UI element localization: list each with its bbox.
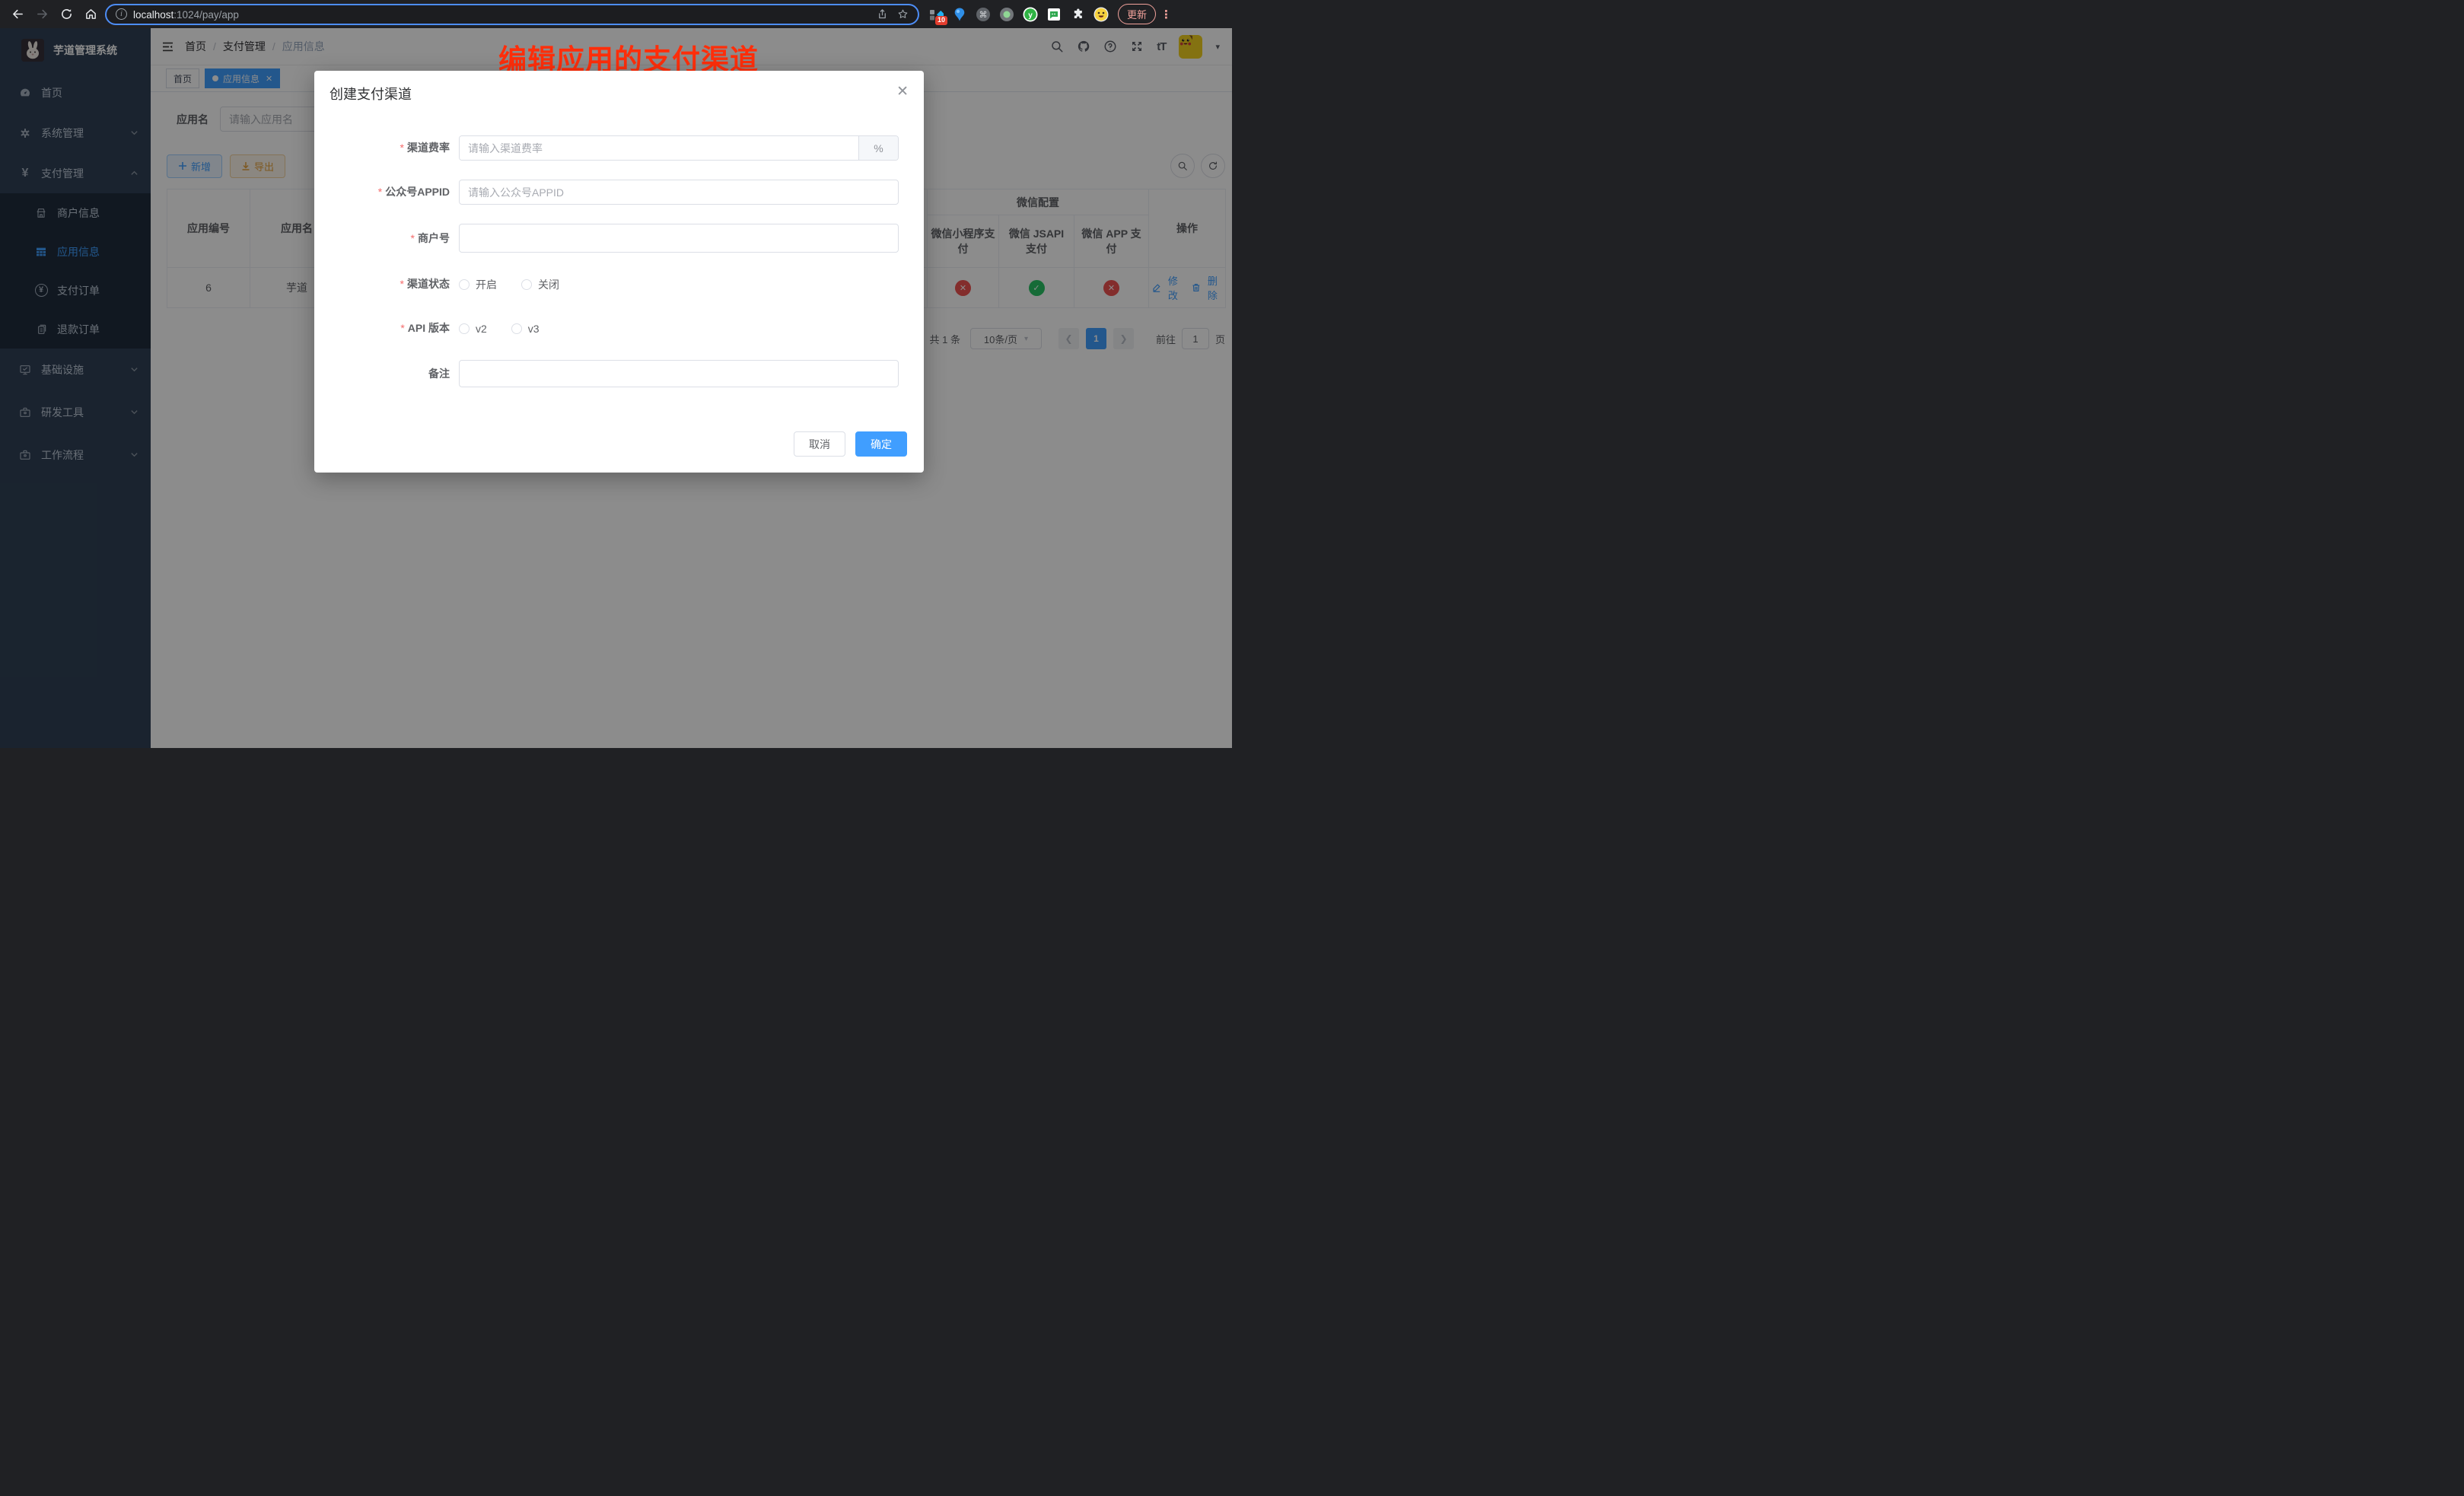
reload-icon[interactable]	[56, 5, 76, 24]
extension-badge: 10	[935, 16, 947, 25]
required-asterisk: *	[411, 232, 415, 244]
cancel-button[interactable]: 取消	[794, 431, 845, 457]
extension-grid-icon[interactable]: 10	[928, 7, 944, 22]
create-payment-channel-dialog: 创建支付渠道 ✕ *渠道费率 % *公众号APPID *商户号	[314, 71, 924, 473]
merchant-no-label: 商户号	[418, 232, 450, 244]
page-info-icon[interactable]: i	[116, 8, 127, 20]
browser-toolbar: i localhost:1024/pay/app 10 ⌘ y 更新 ⋮	[0, 0, 1232, 28]
dialog-title: 创建支付渠道	[329, 85, 909, 104]
extension-command-icon[interactable]: ⌘	[976, 7, 991, 22]
field-channel-rate: *渠道费率 %	[314, 135, 907, 161]
extension-chat-icon[interactable]	[1046, 7, 1062, 22]
radio-api-v2[interactable]: v2	[459, 323, 487, 335]
radio-circle-icon	[459, 279, 470, 290]
required-asterisk: *	[400, 142, 404, 154]
api-version-label: API 版本	[408, 322, 450, 334]
radio-circle-icon	[511, 323, 522, 334]
channel-rate-label: 渠道费率	[407, 142, 450, 154]
radio-api-v3[interactable]: v3	[511, 323, 540, 335]
address-bar[interactable]: i localhost:1024/pay/app	[105, 4, 919, 25]
dialog-footer: 取消 确定	[794, 431, 907, 457]
screen: i localhost:1024/pay/app 10 ⌘ y 更新 ⋮	[0, 0, 1232, 748]
channel-status-label: 渠道状态	[407, 278, 450, 290]
extension-dot-icon[interactable]	[999, 7, 1014, 22]
dialog-header: 创建支付渠道 ✕	[314, 71, 924, 104]
bookmark-star-icon[interactable]	[897, 8, 909, 20]
field-api-version: * API 版本 v2 v3	[314, 316, 907, 341]
extensions-puzzle-icon[interactable]	[1070, 7, 1085, 22]
channel-rate-input[interactable]	[460, 136, 858, 160]
svg-text:⌘: ⌘	[979, 10, 988, 20]
appid-label: 公众号APPID	[385, 186, 450, 198]
url-path: :1024/pay/app	[173, 9, 239, 21]
radio-circle-icon	[521, 279, 532, 290]
percent-suffix: %	[858, 136, 898, 160]
appid-input[interactable]	[459, 180, 899, 205]
dialog-body: *渠道费率 % *公众号APPID *商户号 *渠道状态	[314, 104, 924, 387]
extensions-strip: 10 ⌘ y	[924, 7, 1113, 22]
remark-label: 备注	[428, 368, 450, 380]
forward-icon[interactable]	[32, 5, 52, 24]
url-host: localhost	[133, 9, 173, 21]
radio-status-enable[interactable]: 开启	[459, 277, 497, 292]
extension-balloon-icon[interactable]	[952, 7, 967, 22]
browser-menu-icon[interactable]: ⋮	[1160, 8, 1168, 21]
field-remark: 备注	[314, 360, 907, 387]
url-text: localhost:1024/pay/app	[133, 8, 239, 21]
required-asterisk: *	[378, 186, 382, 198]
radio-status-disable[interactable]: 关闭	[521, 277, 559, 292]
svg-text:y: y	[1028, 11, 1033, 20]
field-appid: *公众号APPID	[314, 180, 907, 205]
confirm-button[interactable]: 确定	[855, 431, 907, 457]
field-merchant-no: *商户号	[314, 224, 907, 253]
back-icon[interactable]	[8, 5, 27, 24]
share-icon[interactable]	[877, 8, 888, 20]
profile-emoji-avatar[interactable]	[1094, 7, 1109, 22]
merchant-no-input[interactable]	[459, 224, 899, 253]
home-icon[interactable]	[81, 5, 100, 24]
radio-circle-icon	[459, 323, 470, 334]
required-asterisk: *	[400, 278, 404, 290]
extension-y-icon[interactable]: y	[1023, 7, 1038, 22]
browser-update-button[interactable]: 更新	[1118, 4, 1156, 24]
remark-input[interactable]	[459, 360, 899, 387]
dialog-close-icon[interactable]: ✕	[896, 84, 909, 99]
field-channel-status: *渠道状态 开启 关闭	[314, 272, 907, 297]
required-asterisk: *	[400, 322, 404, 334]
